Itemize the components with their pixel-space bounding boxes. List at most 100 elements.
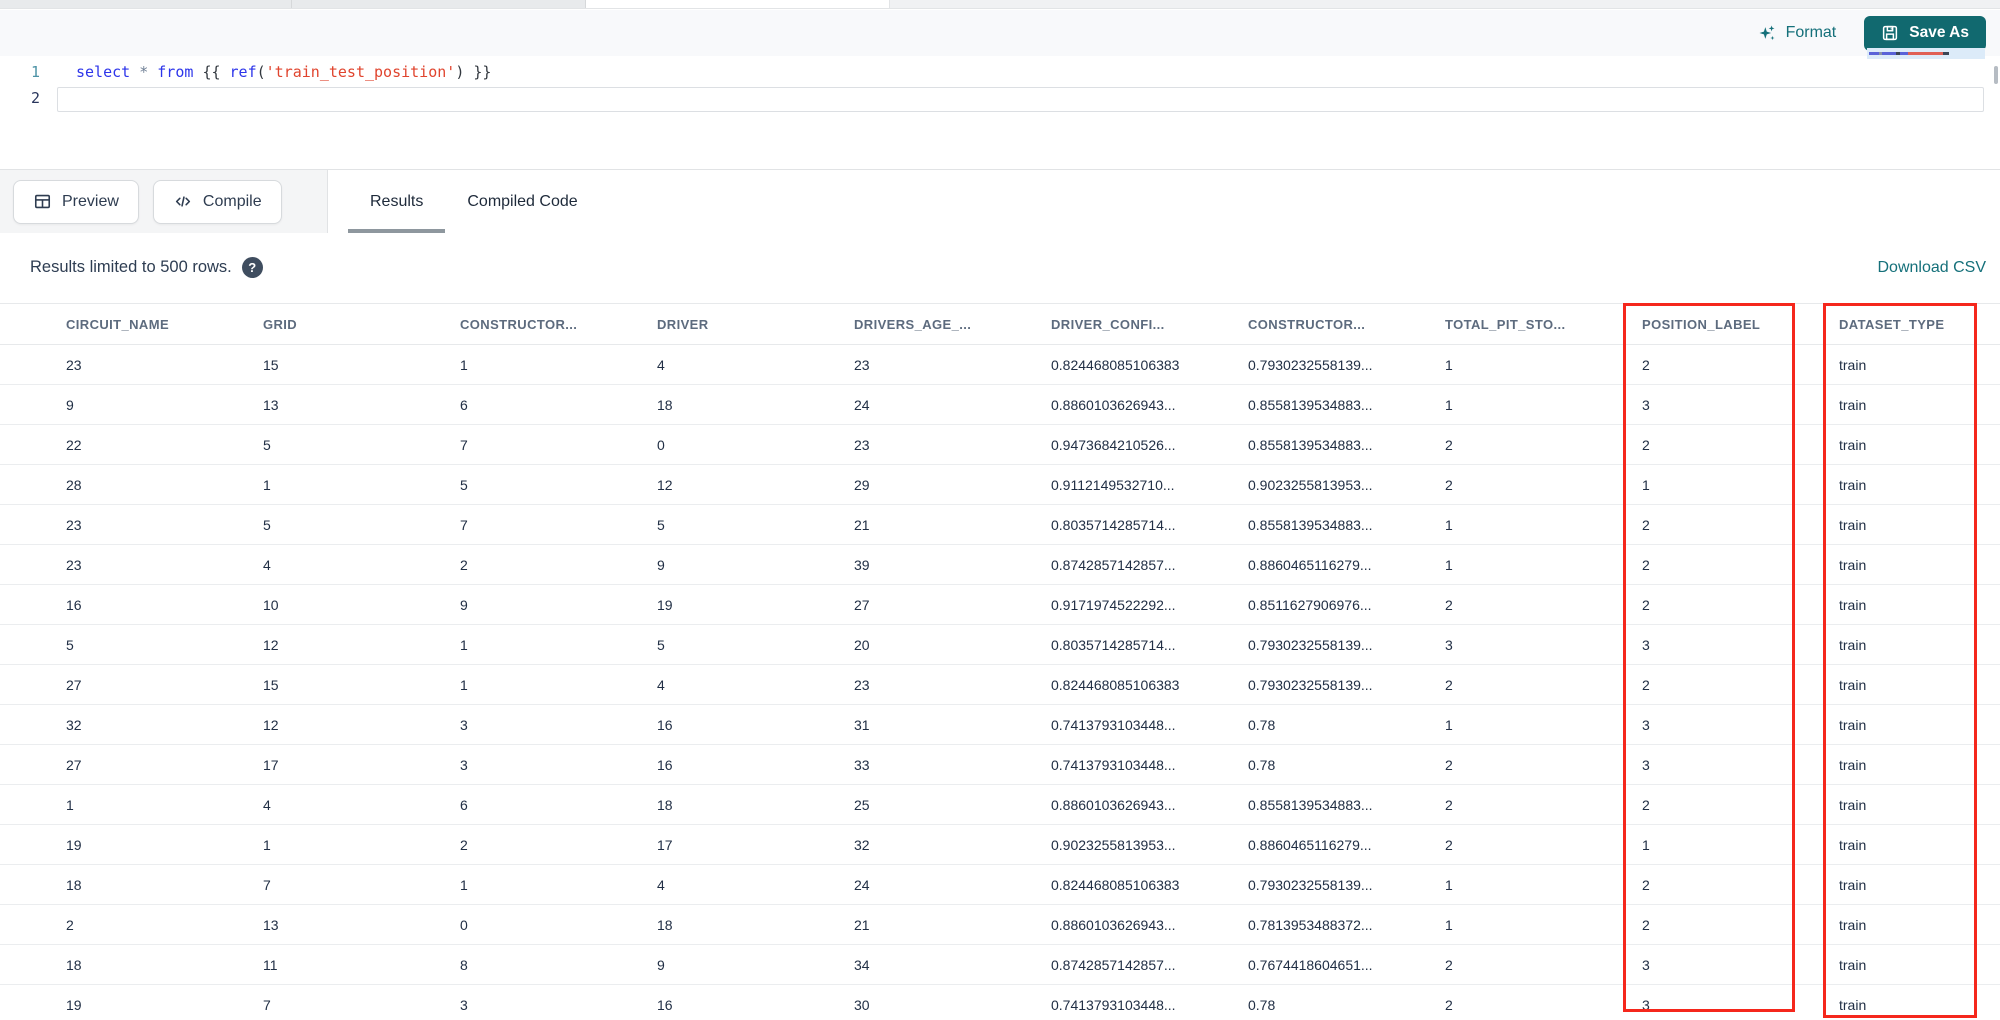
download-csv-link[interactable]: Download CSV [1878,259,1987,277]
column-header-driver-confi[interactable]: DRIVER_CONFI... [1051,317,1248,332]
table-cell: 4 [657,876,665,893]
table-grid-icon [33,192,52,211]
table-cell: 0.7413793103448... [1051,996,1176,1013]
tab-compiled-code[interactable]: Compiled Code [445,170,599,233]
table-cell: 16 [657,756,673,773]
editor-scrollbar[interactable] [1994,66,1998,84]
column-header-position-label[interactable]: POSITION_LABEL [1642,317,1839,332]
table-cell: 2 [1445,436,1453,453]
table-cell: 2 [1445,756,1453,773]
table-cell: 0.7930232558139... [1248,676,1373,693]
editor-tabstrip [0,0,2000,9]
table-cell: 0.9023255813953... [1051,836,1176,853]
help-icon[interactable]: ? [241,257,263,278]
table-cell: 0 [460,916,468,933]
table-cell: 19 [657,596,673,613]
table-cell: 17 [263,756,279,773]
column-header-circuit-name[interactable]: CIRCUIT_NAME [66,317,263,332]
table-cell: 3 [1642,716,1650,733]
table-cell: 9 [657,956,665,973]
table-cell: 0.7930232558139... [1248,636,1373,653]
table-cell: 2 [66,916,74,933]
table-cell: 16 [657,996,673,1013]
table-cell: 0.7813953488372... [1248,916,1373,933]
table-row: 23 15 1 4 23 0.824468085106383 0.7930232558139… [0,345,2000,385]
editor-toolbar: Format Save As [0,10,2000,56]
table-row: 19 1 2 17 32 0.9023255813953... 0.886046511627… [0,825,2000,865]
column-header-drivers-age[interactable]: DRIVERS_AGE_... [854,317,1051,332]
format-button[interactable]: Format [1757,23,1836,43]
column-header-dataset-type[interactable]: DATASET_TYPE [1839,317,2000,332]
code-token-brace: }} [464,63,492,81]
table-cell: 0.8860103626943... [1051,396,1176,413]
table-cell: 1 [460,876,468,893]
table-cell: train [1839,676,1867,693]
table-cell: 28 [66,476,82,493]
table-cell: 2 [1445,676,1453,693]
table-cell: train [1839,636,1867,653]
code-token-keyword: select [76,63,131,81]
table-cell: 0.8035714285714... [1051,516,1176,533]
table-row: 1 4 6 18 25 0.8860103626943... 0.8558139534883… [0,785,2000,825]
table-cell: train [1839,956,1867,973]
table-cell: 0.8742857142857... [1051,556,1176,573]
table-cell: 22 [66,436,82,453]
table-cell: 18 [66,956,82,973]
code-token-operator: * [139,63,149,81]
table-cell: 32 [66,716,82,733]
tab-results[interactable]: Results [348,170,446,233]
compile-button[interactable]: Compile [152,179,282,224]
table-cell: 2 [1642,556,1650,573]
table-cell: 1 [263,476,271,493]
editor-tab-segment[interactable] [0,0,292,8]
column-header-constructor[interactable]: CONSTRUCTOR... [1248,317,1445,332]
table-cell: 23 [66,516,82,533]
editor-minimap[interactable] [1867,48,1985,59]
table-cell: 5 [66,636,74,653]
column-header-grid[interactable]: GRID [263,317,460,332]
table-cell: 11 [263,956,278,973]
results-limit-label: Results limited to 500 rows. [30,258,232,276]
table-cell: 0.9473684210526... [1051,436,1176,453]
sql-editor[interactable]: 1 2 select * from {{ ref('train_test_pos… [0,48,2000,169]
table-cell: 5 [657,516,665,533]
save-as-button[interactable]: Save As [1864,15,1986,51]
table-body: 23 15 1 4 23 0.824468085106383 0.7930232558139… [0,345,2000,1020]
editor-tab-segment[interactable] [292,0,586,8]
table-cell: 33 [854,756,870,773]
table-cell: 0.8558139534883... [1248,796,1373,813]
code-line-1: select * from {{ ref('train_test_positio… [76,63,491,81]
table-cell: 23 [66,356,82,373]
results-actionbar: Preview Compile Results Compiled Code [0,170,2000,233]
table-cell: 1 [1445,876,1453,893]
table-cell: 34 [854,956,870,973]
table-cell: 21 [854,516,870,533]
column-header-total-pit-sto[interactable]: TOTAL_PIT_STO... [1445,317,1642,332]
preview-button[interactable]: Preview [13,179,139,224]
table-cell: train [1839,396,1867,413]
table-cell: 7 [460,436,468,453]
table-cell: 39 [854,556,870,573]
table-cell: 1 [1445,556,1453,573]
table-cell: train [1839,476,1867,493]
table-cell: 0.8860103626943... [1051,796,1176,813]
table-cell: 2 [1642,676,1650,693]
editor-tab-segment-active[interactable] [586,0,890,8]
table-cell: 16 [657,716,673,733]
table-cell: 3 [1642,396,1650,413]
table-cell: 5 [460,476,468,493]
column-header-constructor[interactable]: CONSTRUCTOR... [460,317,657,332]
table-cell: 25 [854,796,870,813]
table-row: 18 11 8 9 34 0.8742857142857... 0.767441860465… [0,945,2000,985]
code-token-brace: {{ [202,63,230,81]
table-cell: 23 [854,356,870,373]
table-cell: 19 [66,996,82,1013]
table-cell: 23 [66,556,82,573]
table-cell: 1 [263,836,271,853]
table-cell: 2 [1445,796,1453,813]
table-cell: 2 [1642,356,1650,373]
table-cell: 1 [460,356,468,373]
column-header-driver[interactable]: DRIVER [657,317,854,332]
table-cell: 27 [66,676,82,693]
